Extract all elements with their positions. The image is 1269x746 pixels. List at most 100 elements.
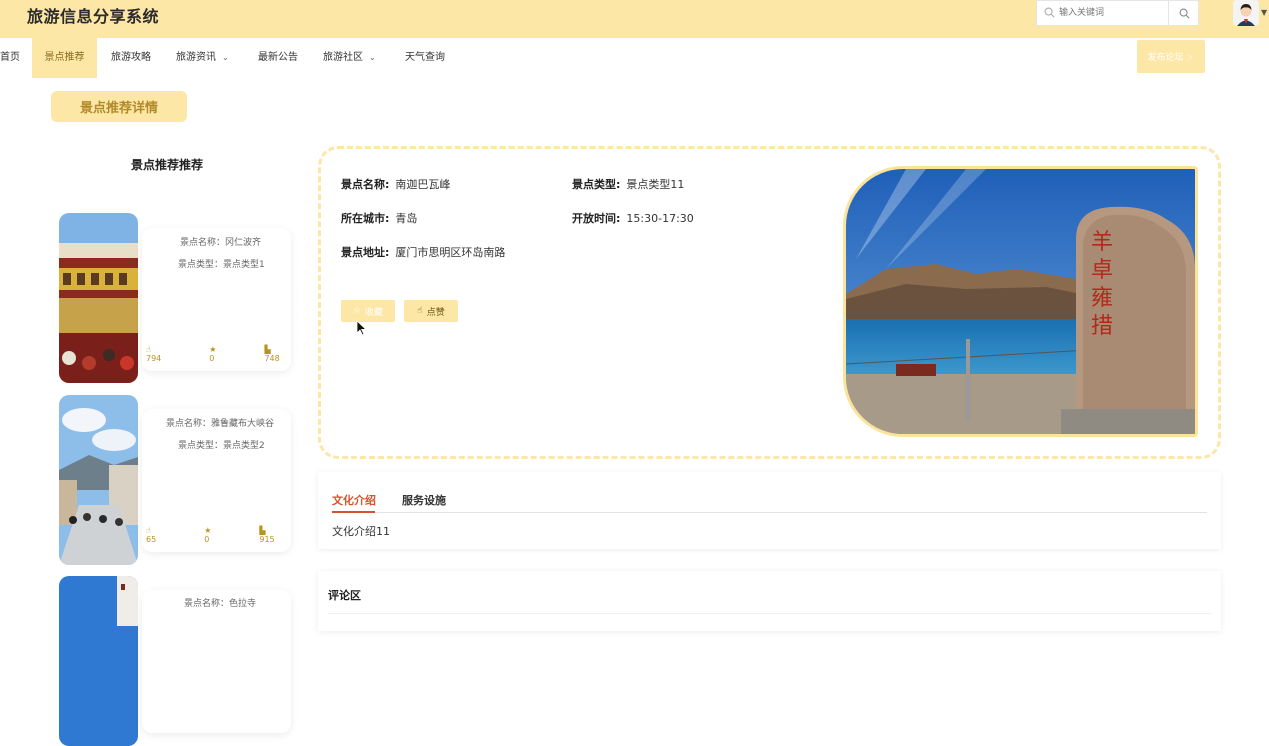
svg-text:雍: 雍 xyxy=(1091,286,1113,311)
comment-title: 评论区 xyxy=(328,589,361,602)
card-name: 景点名称：雅鲁藏布大峡谷 xyxy=(166,419,275,429)
info-tabs: 文化介绍 服务设施 文化介绍11 xyxy=(318,472,1221,549)
card-name: 景点名称：色拉寺 xyxy=(184,599,257,609)
field-label: 景点地址: xyxy=(341,246,390,259)
thumb-up-icon: ☝ xyxy=(146,345,151,354)
fav-stat: ★ 0 xyxy=(209,345,240,363)
card-stats: ☝794 ★ 0 ▙ 748 xyxy=(146,345,328,363)
search-icon xyxy=(1044,7,1055,18)
svg-text:措: 措 xyxy=(1091,314,1113,339)
temple-photo xyxy=(59,213,138,383)
attraction-type-field: 景点类型: 景点类型11 xyxy=(572,176,684,192)
nav-item-community[interactable]: 旅游社区 ⌄ xyxy=(323,38,376,78)
book-icon: ▙ xyxy=(259,526,266,535)
lake-photo: 羊 卓 雍 措 xyxy=(846,169,1195,434)
book-icon: ▙ xyxy=(264,345,271,354)
fav-count: 0 xyxy=(204,535,210,544)
nav-label: 旅游资讯 xyxy=(176,52,216,63)
attraction-name-field: 景点名称: 南迦巴瓦峰 xyxy=(341,176,450,192)
favorite-button[interactable]: ☆ 收藏 xyxy=(341,300,395,322)
card-image[interactable] xyxy=(59,576,138,746)
nav-label: 景点推荐 xyxy=(44,52,85,63)
field-label: 所在城市: xyxy=(341,212,390,225)
recommend-card[interactable]: 景点名称：雅鲁藏布大峡谷 景点类型：景点类型2 ☝65 ★ 0 ▙ 915 xyxy=(142,409,291,552)
field-value: 景点类型11 xyxy=(626,178,685,191)
nav-item-announcements[interactable]: 最新公告 xyxy=(258,38,298,78)
like-count: 65 xyxy=(146,535,157,544)
star-outline-icon: ☆ xyxy=(352,306,362,316)
mouse-cursor-icon xyxy=(356,320,368,336)
card-stats: ☝65 ★ 0 ▙ 915 xyxy=(146,526,323,544)
avatar[interactable] xyxy=(1233,0,1259,26)
nav-item-news[interactable]: 旅游资讯 ⌄ xyxy=(176,38,229,78)
tab-active-indicator xyxy=(332,511,375,513)
nav-label: 旅游攻略 xyxy=(111,52,151,63)
nav-item-guides[interactable]: 旅游攻略 xyxy=(111,38,151,78)
recommend-card[interactable]: 景点名称：冈仁波齐 景点类型：景点类型1 ☝794 ★ 0 ▙ 748 xyxy=(142,228,291,371)
divider xyxy=(328,613,1211,614)
card-type: 景点类型：景点类型2 xyxy=(178,441,265,451)
svg-text:卓: 卓 xyxy=(1091,258,1113,283)
city-field: 所在城市: 青岛 xyxy=(341,210,417,226)
field-value: 厦门市思明区环岛南路 xyxy=(395,246,506,259)
chevron-down-icon: ⌄ xyxy=(222,53,229,62)
opening-hours-field: 开放时间: 15:30-17:30 xyxy=(572,210,694,226)
post-forum-button[interactable]: 发布论坛 ☞ xyxy=(1137,40,1205,73)
thumb-up-icon: ☝ xyxy=(146,526,151,535)
sidebar-title: 景点推荐推荐 xyxy=(131,158,204,172)
card-image[interactable] xyxy=(59,213,138,383)
field-label: 景点类型: xyxy=(572,178,621,191)
nav-item-attractions[interactable]: 景点推荐 xyxy=(32,38,97,78)
thumb-up-icon: ☝ xyxy=(417,306,423,316)
user-avatar-icon xyxy=(1233,0,1259,26)
site-title: 旅游信息分享系统 xyxy=(27,7,160,26)
monastery-photo xyxy=(59,576,138,746)
card-type: 景点类型：景点类型1 xyxy=(178,260,265,270)
comment-section: 评论区 xyxy=(318,571,1221,631)
search-icon xyxy=(1179,8,1189,18)
tab-divider xyxy=(332,512,1207,513)
search-input[interactable] xyxy=(1059,4,1159,22)
field-value: 青岛 xyxy=(395,212,418,225)
field-value: 15:30-17:30 xyxy=(626,212,694,225)
main-nav: 首页 景点推荐 旅游攻略 旅游资讯 ⌄ 最新公告 旅游社区 ⌄ 天气查询 xyxy=(0,38,1269,78)
top-header: 旅游信息分享系统 ▼ xyxy=(0,0,1269,38)
nav-item-weather[interactable]: 天气查询 xyxy=(405,38,445,78)
like-stat: ☝794 xyxy=(146,345,185,363)
tab-content: 文化介绍11 xyxy=(332,525,390,538)
tab-facilities[interactable]: 服务设施 xyxy=(402,492,446,508)
avatar-dropdown-icon[interactable]: ▼ xyxy=(1261,8,1267,17)
favorite-label: 收藏 xyxy=(365,307,384,318)
nav-item-home[interactable]: 首页 xyxy=(0,38,20,78)
attraction-photo: 羊 卓 雍 措 xyxy=(843,166,1198,437)
field-label: 开放时间: xyxy=(572,212,621,225)
tab-culture[interactable]: 文化介绍 xyxy=(332,492,376,508)
view-stat: ▙ 748 xyxy=(264,345,303,363)
nav-label: 首页 xyxy=(0,52,20,63)
nav-label: 天气查询 xyxy=(405,52,445,63)
address-field: 景点地址: 厦门市思明区环岛南路 xyxy=(341,244,505,260)
fav-stat: ★ 0 xyxy=(204,526,235,544)
nav-label: 旅游社区 xyxy=(323,52,363,63)
nav-label: 最新公告 xyxy=(258,52,298,63)
view-count: 915 xyxy=(259,535,275,544)
chevron-down-icon: ⌄ xyxy=(369,53,376,62)
card-image[interactable] xyxy=(59,395,138,565)
search-box xyxy=(1036,0,1199,26)
field-value: 南迦巴瓦峰 xyxy=(395,178,451,191)
like-count: 794 xyxy=(146,354,162,363)
field-label: 景点名称: xyxy=(341,178,390,191)
fav-count: 0 xyxy=(209,354,215,363)
card-name: 景点名称：冈仁波齐 xyxy=(180,238,262,248)
view-stat: ▙ 915 xyxy=(259,526,298,544)
svg-text:羊: 羊 xyxy=(1091,230,1113,255)
star-icon: ★ xyxy=(204,526,212,535)
street-photo xyxy=(59,395,138,565)
search-button[interactable] xyxy=(1168,1,1199,25)
like-button[interactable]: ☝ 点赞 xyxy=(404,300,458,322)
view-count: 748 xyxy=(264,354,280,363)
recommend-card[interactable]: 景点名称：色拉寺 xyxy=(142,590,291,733)
page-title: 景点推荐详情 xyxy=(51,91,187,122)
star-icon: ★ xyxy=(209,345,217,354)
like-stat: ☝65 xyxy=(146,526,180,544)
